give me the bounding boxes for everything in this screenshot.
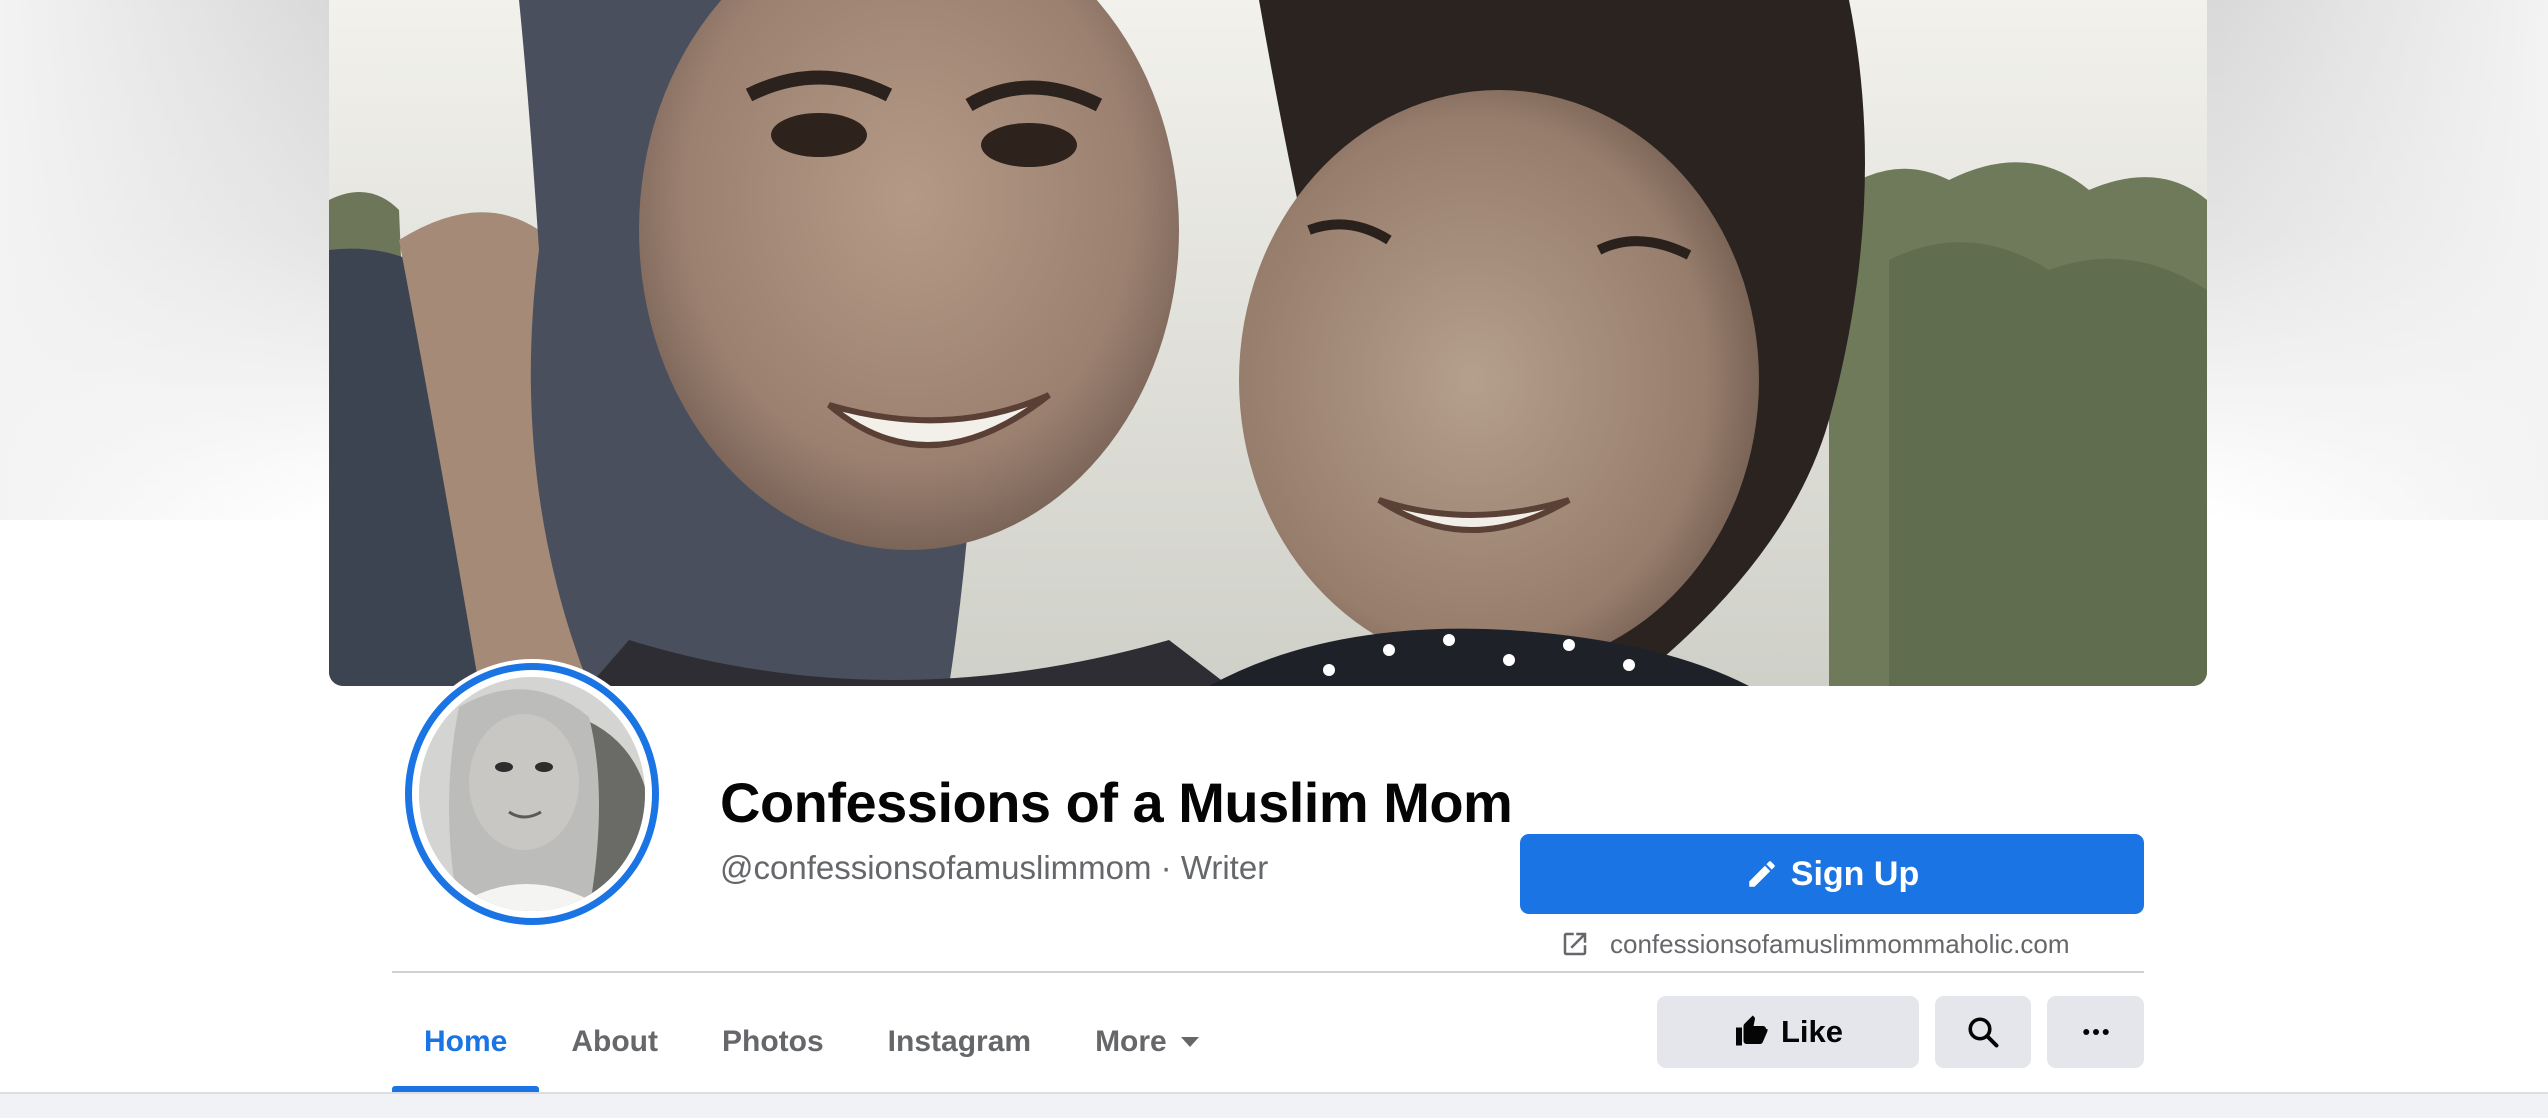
search-icon xyxy=(1968,1017,1999,1048)
tab-instagram[interactable]: Instagram xyxy=(856,992,1063,1092)
tab-home-label: Home xyxy=(424,1025,508,1058)
feed-background-strip xyxy=(0,1092,2548,1118)
cover-photo[interactable] xyxy=(329,0,2207,686)
divider xyxy=(392,971,2144,973)
sign-up-label: Sign Up xyxy=(1790,854,1920,893)
like-button[interactable]: Like xyxy=(1657,996,1919,1068)
tab-about-label: About xyxy=(571,1025,658,1058)
ellipsis-icon xyxy=(2082,1029,2109,1035)
page-subline: @confessionsofamuslimmom · Writer xyxy=(720,849,1268,887)
separator: · xyxy=(1160,849,1172,886)
thumbs-up-icon xyxy=(1735,1015,1768,1046)
tab-instagram-label: Instagram xyxy=(887,1025,1032,1058)
caret-down-icon xyxy=(1180,1037,1199,1047)
tab-home[interactable]: Home xyxy=(392,992,540,1092)
tab-more[interactable]: More xyxy=(1063,992,1231,1092)
page-handle: @confessionsofamuslimmom xyxy=(720,849,1152,886)
page-category[interactable]: Writer xyxy=(1181,849,1268,886)
tab-photos-label: Photos xyxy=(722,1025,824,1058)
profile-picture-ring[interactable] xyxy=(401,659,663,929)
pencil-icon xyxy=(1749,861,1775,887)
more-options-button[interactable] xyxy=(2047,996,2144,1068)
sign-up-button[interactable]: Sign Up xyxy=(1520,834,2144,914)
page-tabs: Home About Photos Instagram More xyxy=(392,992,1231,1092)
profile-photo xyxy=(419,677,645,911)
tab-more-label: More xyxy=(1095,1025,1167,1058)
like-label: Like xyxy=(1780,1014,1844,1049)
tab-photos[interactable]: Photos xyxy=(690,992,856,1092)
search-button[interactable] xyxy=(1935,996,2031,1068)
website-url[interactable]: confessionsofamuslimmommaholic.com xyxy=(1610,929,2069,960)
profile-picture[interactable] xyxy=(405,663,659,925)
page-title: Confessions of a Muslim Mom xyxy=(720,771,1513,834)
tab-about[interactable]: About xyxy=(539,992,690,1092)
external-link-icon xyxy=(1563,932,1587,956)
website-link[interactable]: confessionsofamuslimmommaholic.com xyxy=(1560,926,2069,962)
